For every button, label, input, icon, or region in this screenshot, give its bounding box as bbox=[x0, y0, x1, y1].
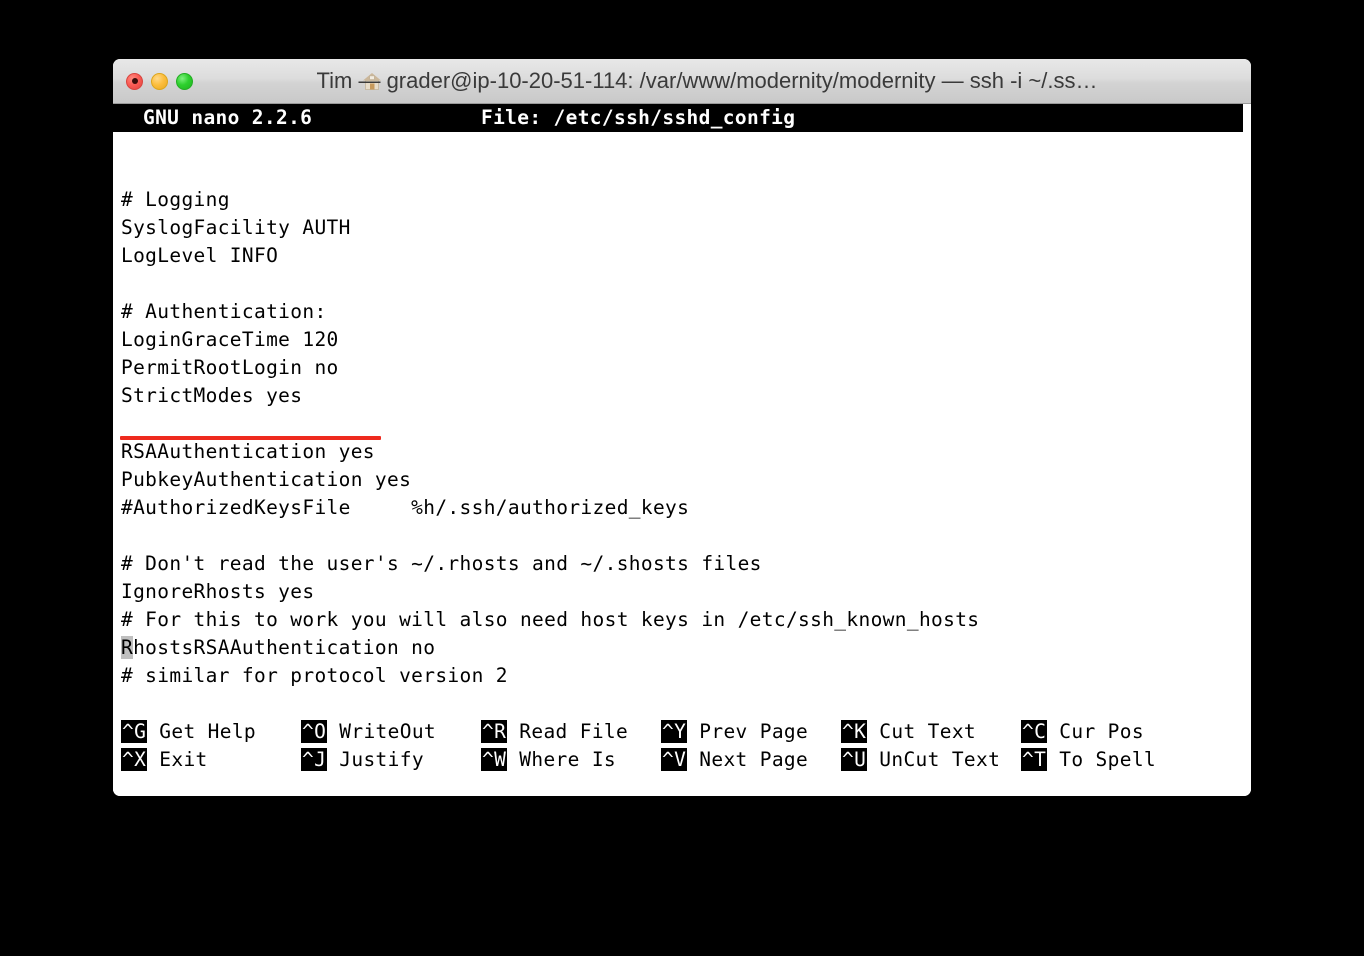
text-cursor: R bbox=[121, 636, 134, 659]
shortcut-key-where-is[interactable]: ^W bbox=[481, 748, 508, 771]
nano-shortcut-exit: ^X Exit bbox=[121, 746, 208, 774]
shortcut-label-cur-pos[interactable]: Cur Pos bbox=[1047, 720, 1144, 743]
editor-line: IgnoreRhosts yes bbox=[121, 580, 315, 603]
shortcut-key-exit[interactable]: ^X bbox=[121, 748, 148, 771]
nano-shortcut-writeout: ^O WriteOut bbox=[301, 718, 436, 746]
editor-line: PubkeyAuthentication yes bbox=[121, 468, 412, 491]
nano-filename-label: File: /etc/ssh/sshd_config bbox=[481, 106, 796, 129]
editor-line: LogLevel INFO bbox=[121, 244, 279, 267]
shortcut-label-where-is[interactable]: Where Is bbox=[507, 748, 616, 771]
nano-version-label: GNU nano 2.2.6 bbox=[143, 106, 313, 129]
shortcut-key-writeout[interactable]: ^O bbox=[301, 720, 328, 743]
shortcut-key-uncut-text[interactable]: ^U bbox=[841, 748, 868, 771]
shortcut-label-get-help[interactable]: Get Help bbox=[147, 720, 256, 743]
editor-line: # Logging bbox=[121, 188, 230, 211]
editor-line: RSAAuthentication yes bbox=[121, 440, 375, 463]
nano-header-bar: GNU nano 2.2.6 File: /etc/ssh/sshd_confi… bbox=[113, 104, 1243, 132]
window-titlebar[interactable]: Tim — grader@ip-10-20-51-114: /var/www/m… bbox=[113, 59, 1251, 104]
shortcut-label-read-file[interactable]: Read File bbox=[507, 720, 628, 743]
nano-shortcut-cur-pos: ^C Cur Pos bbox=[1021, 718, 1144, 746]
shortcut-key-prev-page[interactable]: ^Y bbox=[661, 720, 688, 743]
nano-shortcut-next-page: ^V Next Page bbox=[661, 746, 808, 774]
shortcut-key-read-file[interactable]: ^R bbox=[481, 720, 508, 743]
editor-line-cursor-rest: hostsRSAAuthentication no bbox=[133, 636, 436, 659]
editor-line: SyslogFacility AUTH bbox=[121, 216, 351, 239]
nano-shortcut-uncut-text: ^U UnCut Text bbox=[841, 746, 1000, 774]
nano-shortcut-to-spell: ^T To Spell bbox=[1021, 746, 1156, 774]
shortcut-key-get-help[interactable]: ^G bbox=[121, 720, 148, 743]
shortcut-label-to-spell[interactable]: To Spell bbox=[1047, 748, 1156, 771]
editor-line: # similar for protocol version 2 bbox=[121, 664, 508, 687]
editor-line: #AuthorizedKeysFile %h/.ssh/authorized_k… bbox=[121, 496, 690, 519]
editor-line: StrictModes yes bbox=[121, 384, 303, 407]
terminal-window[interactable]: Tim — grader@ip-10-20-51-114: /var/www/m… bbox=[113, 59, 1251, 796]
shortcut-label-prev-page[interactable]: Prev Page bbox=[687, 720, 808, 743]
shortcut-key-cur-pos[interactable]: ^C bbox=[1021, 720, 1048, 743]
nano-shortcut-where-is: ^W Where Is bbox=[481, 746, 616, 774]
shortcut-label-uncut-text[interactable]: UnCut Text bbox=[867, 748, 1000, 771]
annotation-underline bbox=[120, 436, 381, 440]
shortcut-label-justify[interactable]: Justify bbox=[327, 748, 424, 771]
nano-shortcut-cut-text: ^K Cut Text bbox=[841, 718, 976, 746]
screen: Tim — grader@ip-10-20-51-114: /var/www/m… bbox=[0, 0, 1364, 956]
shortcut-key-cut-text[interactable]: ^K bbox=[841, 720, 868, 743]
shortcut-label-writeout[interactable]: WriteOut bbox=[327, 720, 436, 743]
shortcut-label-exit[interactable]: Exit bbox=[147, 748, 207, 771]
nano-shortcut-row-1: ^G Get Help bbox=[121, 718, 256, 746]
shortcut-key-justify[interactable]: ^J bbox=[301, 748, 328, 771]
editor-line-cursor: RhostsRSAAuthentication no bbox=[121, 634, 435, 662]
nano-shortcut-prev-page: ^Y Prev Page bbox=[661, 718, 808, 746]
shortcut-key-next-page[interactable]: ^V bbox=[661, 748, 688, 771]
editor-line: # Don't read the user's ~/.rhosts and ~/… bbox=[121, 552, 762, 575]
terminal-content[interactable]: GNU nano 2.2.6 File: /etc/ssh/sshd_confi… bbox=[113, 104, 1251, 796]
nano-shortcut-read-file: ^R Read File bbox=[481, 718, 628, 746]
editor-line: # For this to work you will also need ho… bbox=[121, 608, 980, 631]
shortcut-label-cut-text[interactable]: Cut Text bbox=[867, 720, 976, 743]
window-title: Tim — grader@ip-10-20-51-114: /var/www/m… bbox=[316, 68, 1098, 93]
shortcut-key-to-spell[interactable]: ^T bbox=[1021, 748, 1048, 771]
editor-line: # Authentication: bbox=[121, 300, 327, 323]
shortcut-label-next-page[interactable]: Next Page bbox=[687, 748, 808, 771]
nano-shortcut-justify: ^J Justify bbox=[301, 746, 424, 774]
editor-line: LoginGraceTime 120 bbox=[121, 328, 339, 351]
editor-line-permitrootlogin: PermitRootLogin no bbox=[121, 356, 339, 379]
